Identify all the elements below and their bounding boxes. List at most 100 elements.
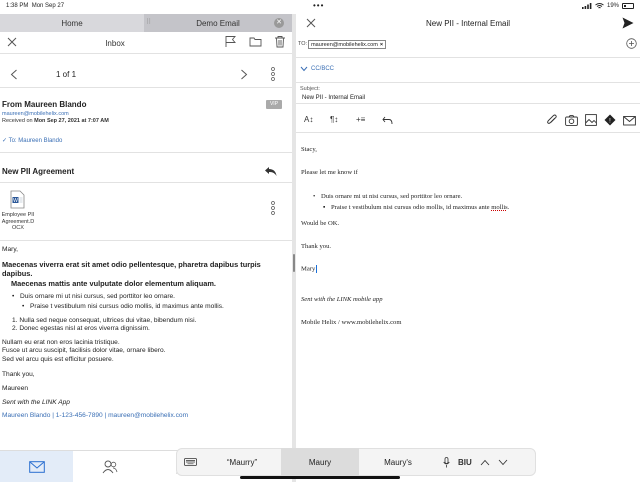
app-tabs: Home ⠿ Demo Email ✕ bbox=[0, 14, 292, 32]
to-recipients[interactable]: ✓ To: Maureen Blando bbox=[2, 137, 62, 144]
page-title: Inbox bbox=[105, 39, 125, 48]
list-item: Duis ornare mi ut nisi cursus, sed portt… bbox=[301, 193, 631, 202]
keyboard-icon bbox=[183, 458, 197, 466]
to-field[interactable]: TO: maureen@mobilehelix.com × bbox=[298, 38, 598, 50]
compose-line: Thank you. bbox=[301, 242, 332, 250]
compose-header: New PII - Internal Email bbox=[296, 14, 640, 32]
format-toolbar: A↕ ¶↕ +≡ ! bbox=[296, 112, 640, 128]
text-style-button[interactable]: BIU bbox=[458, 458, 472, 467]
list-item: 1. Nulla sed neque consequat, ultrices d… bbox=[12, 316, 197, 324]
undo-icon[interactable] bbox=[382, 116, 393, 125]
drag-grip-icon[interactable]: ⠿ bbox=[146, 18, 151, 26]
indent-button[interactable]: +≡ bbox=[356, 115, 365, 124]
attachment-name: Employee PII Agreement.D OCX bbox=[1, 212, 35, 232]
multitask-dots[interactable]: ••• bbox=[313, 1, 324, 10]
tab-home[interactable]: Home bbox=[0, 14, 144, 32]
home-indicator[interactable] bbox=[240, 476, 400, 479]
attachment-item[interactable]: W Employee PII Agreement.D OCX bbox=[0, 190, 36, 232]
tab-home-label: Home bbox=[61, 18, 83, 28]
chevron-right-icon[interactable] bbox=[240, 69, 248, 80]
list-item: Praise t vestibulum nisi cursus odio mol… bbox=[2, 303, 287, 312]
status-right: 19% bbox=[581, 3, 634, 9]
camera-icon[interactable] bbox=[565, 114, 578, 126]
divider bbox=[296, 57, 640, 58]
compose-pane: New PII - Internal Email TO: maureen@mob… bbox=[296, 14, 640, 482]
priority-icon[interactable]: ! bbox=[604, 114, 616, 126]
paragraph-button[interactable]: ¶↕ bbox=[330, 115, 338, 124]
vip-badge: VIP bbox=[266, 100, 282, 109]
body-line: Nullam eu erat non eros lacinia tristiqu… bbox=[2, 338, 120, 346]
list-item: Duis ornare mi ut nisi cursus, sed portt… bbox=[2, 293, 287, 302]
contacts-icon bbox=[102, 460, 117, 473]
remove-recipient-icon[interactable]: × bbox=[380, 42, 383, 48]
insert-tools: ! bbox=[546, 114, 636, 126]
message-pager: 1 of 1 bbox=[0, 60, 292, 88]
compose-bullet-list: Duis ornare mi ut nisi cursus, sed portt… bbox=[301, 193, 631, 202]
message-count: 1 of 1 bbox=[56, 70, 77, 79]
reply-icon[interactable] bbox=[264, 165, 278, 177]
trash-icon[interactable] bbox=[274, 35, 286, 48]
to-label: TO: bbox=[298, 41, 308, 47]
reader-toolbar bbox=[224, 35, 286, 48]
tab-mail[interactable] bbox=[0, 451, 73, 482]
close-tab-icon[interactable]: ✕ bbox=[274, 18, 284, 28]
tab-demo-email-label: Demo Email bbox=[196, 18, 240, 28]
signal-icon bbox=[581, 3, 592, 9]
tab-contacts[interactable] bbox=[73, 451, 146, 482]
keyboard-suggestion-bar: “Maurry” Maury Maury's BIU bbox=[176, 448, 536, 476]
compose-body[interactable]: Stacy, Please let me know if Duis ornare… bbox=[301, 146, 631, 328]
chevron-down-icon bbox=[300, 66, 308, 72]
status-bar: 1:38 PM Mon Sep 27 ••• 19% bbox=[0, 0, 640, 14]
status-time: 1:38 PM Mon Sep 27 bbox=[6, 3, 65, 9]
compose-name: Mary bbox=[301, 265, 318, 274]
body-signname: Maureen bbox=[2, 384, 29, 392]
sender-name: From Maureen Blando bbox=[2, 100, 87, 109]
subject-label: Subject: bbox=[300, 86, 320, 92]
image-icon[interactable] bbox=[585, 114, 597, 126]
folder-icon[interactable] bbox=[249, 35, 262, 48]
microphone-icon[interactable] bbox=[443, 456, 450, 468]
compose-line: Please let me know if bbox=[301, 168, 358, 176]
add-recipient-icon[interactable] bbox=[626, 38, 637, 49]
suggestion-item[interactable]: Maury's bbox=[359, 448, 437, 476]
cc-bcc-label: CC/BCC bbox=[311, 66, 335, 72]
subject-field[interactable]: New PII - Internal Email bbox=[302, 95, 365, 101]
body-bold-paragraph: Maecenas mattis ante vulputate dolor ele… bbox=[11, 278, 216, 288]
email-subject: New PII Agreement bbox=[2, 167, 75, 176]
battery-icon bbox=[622, 3, 634, 9]
cc-bcc-toggle[interactable]: CC/BCC bbox=[300, 66, 334, 72]
compose-company: Mobile Helix / www.mobilehelix.com bbox=[301, 319, 402, 327]
wifi-icon bbox=[595, 3, 604, 9]
send-icon[interactable] bbox=[622, 17, 634, 29]
compose-title: New PII - Internal Email bbox=[425, 19, 511, 28]
chevron-down-icon[interactable] bbox=[498, 459, 508, 466]
body-signature-link[interactable]: Maureen Blando | 1-123-456-7890 | mauree… bbox=[2, 412, 287, 421]
misspelled-word[interactable]: mollis bbox=[491, 204, 508, 211]
keyboard-toggle[interactable] bbox=[177, 458, 203, 466]
flag-icon[interactable] bbox=[224, 35, 237, 48]
attachment-more-icon[interactable] bbox=[270, 200, 276, 216]
suggestion-item[interactable]: Maury bbox=[281, 448, 359, 476]
body-greeting: Mary, bbox=[2, 246, 18, 253]
body-thanks: Thank you, bbox=[2, 371, 35, 379]
envelope-icon[interactable] bbox=[623, 115, 636, 126]
suggestion-item[interactable]: “Maurry” bbox=[203, 448, 281, 476]
text-cursor bbox=[316, 265, 318, 274]
chevron-up-icon[interactable] bbox=[480, 459, 490, 466]
check-icon: ✓ bbox=[2, 138, 8, 144]
body-line: Sed vel arcu quis est efficitur posuere. bbox=[2, 355, 114, 363]
font-size-button[interactable]: A↕ bbox=[304, 115, 313, 124]
recipient-chip[interactable]: maureen@mobilehelix.com × bbox=[308, 39, 387, 49]
divider bbox=[0, 240, 292, 241]
list-item: 2. Donec egestas nisl at eros viverra di… bbox=[12, 325, 150, 333]
chevron-left-icon[interactable] bbox=[10, 69, 18, 80]
tab-demo-email[interactable]: ⠿ Demo Email ✕ bbox=[144, 14, 292, 32]
paperclip-icon[interactable] bbox=[546, 114, 558, 126]
mail-icon bbox=[28, 460, 45, 473]
sender-email[interactable]: maureen@mobilehelix.com bbox=[2, 111, 109, 117]
svg-text:W: W bbox=[13, 198, 18, 204]
divider bbox=[296, 103, 640, 104]
received-date: Received on Mon Sep 27, 2021 at 7:07 AM bbox=[2, 118, 109, 124]
more-vertical-icon[interactable] bbox=[270, 66, 276, 82]
divider bbox=[296, 132, 640, 133]
